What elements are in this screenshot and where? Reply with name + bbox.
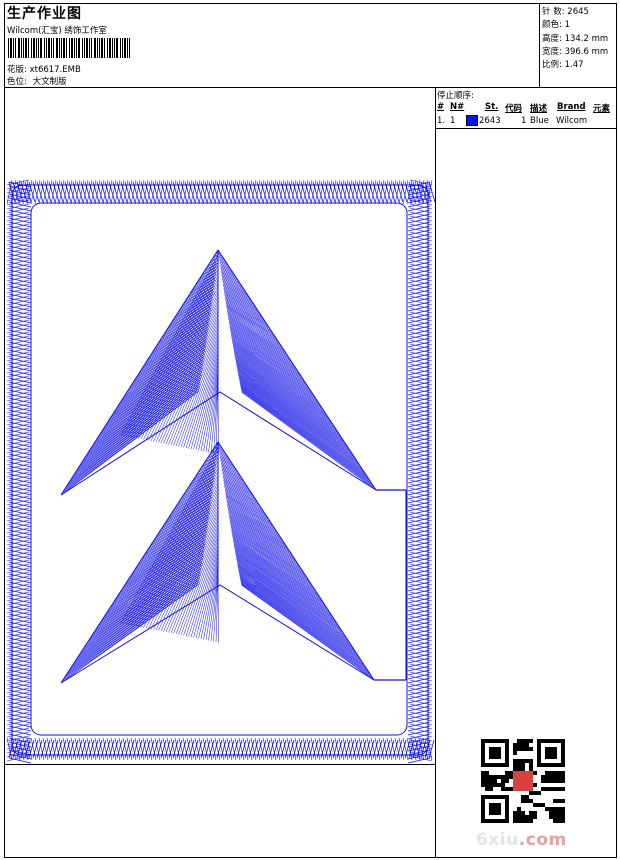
pattern-value: xt6617.EMB bbox=[29, 65, 81, 75]
row-stitches: 2643 bbox=[479, 116, 501, 126]
pattern-row: 花版: xt6617.EMB bbox=[7, 63, 81, 75]
row-code: 1 bbox=[521, 116, 527, 126]
stat-width: 宽度: 396.6 mm bbox=[542, 46, 609, 57]
row-index: 1. bbox=[437, 116, 446, 126]
col-code: 代码 bbox=[505, 104, 523, 114]
stat-stitches: 针 数: 2645 bbox=[542, 7, 589, 17]
col-stitches: St. bbox=[485, 102, 499, 112]
colorway-value: 大文制版 bbox=[32, 77, 67, 87]
stitch-drawing bbox=[6, 179, 436, 764]
company-name: Wilcom(汇宝) 绣饰工作室 bbox=[7, 26, 107, 36]
stat-height: 高度: 134.2 mm bbox=[542, 33, 609, 44]
watermark-logo: 6xiu.com bbox=[476, 830, 567, 850]
col-index: # bbox=[437, 102, 445, 112]
colorway-label: 色位: bbox=[7, 77, 27, 87]
stat-colors: 颜色: 1 bbox=[542, 20, 570, 31]
embroidery-design bbox=[4, 170, 436, 770]
header-divider bbox=[4, 87, 617, 88]
colorway-row: 色位: 大文制版 bbox=[7, 75, 67, 87]
col-brand: Brand bbox=[557, 102, 586, 112]
pattern-label: 花版: bbox=[7, 65, 27, 75]
qr-code-icon bbox=[481, 739, 565, 823]
outer-border-top bbox=[4, 3, 617, 4]
row-brand: Wilcom bbox=[556, 116, 588, 126]
stat-scale: 比例: 1.47 bbox=[542, 60, 584, 71]
page-title: 生产作业图 bbox=[7, 6, 82, 22]
row-number: 1 bbox=[450, 116, 456, 126]
stop-sequence-title: 停止顺序: bbox=[437, 91, 474, 101]
table-bottom-divider bbox=[435, 128, 617, 129]
color-swatch bbox=[466, 115, 478, 126]
col-element: 元素 bbox=[593, 104, 611, 114]
row-description: Blue bbox=[530, 116, 549, 126]
col-number: N# bbox=[450, 102, 465, 112]
design-stats: 针 数: 2645 颜色: 1 高度: 134.2 mm 宽度: 396.6 m… bbox=[542, 6, 608, 72]
stats-divider bbox=[539, 3, 540, 88]
col-description: 描述 bbox=[530, 104, 548, 114]
outer-border-bottom bbox=[4, 857, 617, 858]
barcode bbox=[8, 38, 130, 58]
outer-border-right bbox=[616, 3, 617, 858]
